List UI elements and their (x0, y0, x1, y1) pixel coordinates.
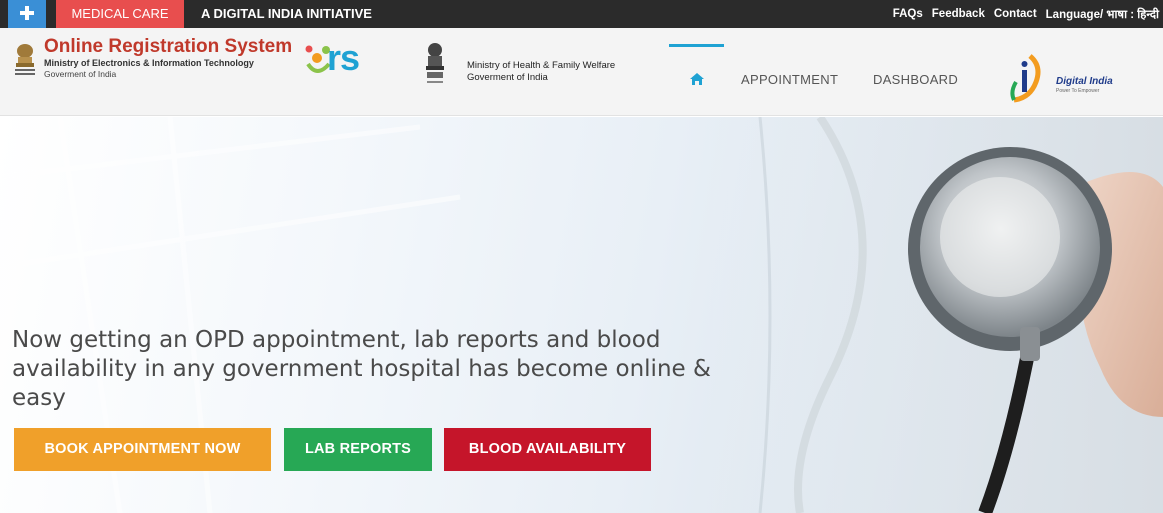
top-links: FAQs Feedback Contact Language/ भाषा : ह… (893, 0, 1159, 28)
digital-india-text: Digital India (1056, 76, 1113, 87)
site-header: Online Registration System Ministry of E… (0, 28, 1163, 116)
ministry-government: Goverment of India (467, 72, 548, 83)
ministry-name: Ministry of Health & Family Welfare (467, 60, 616, 71)
ors-logo-text: rs (327, 37, 360, 78)
national-emblem-icon (15, 44, 35, 75)
feedback-link[interactable]: Feedback (932, 8, 985, 20)
ors-subtitle-government: Goverment of India (44, 69, 117, 79)
ashoka-emblem-icon (426, 43, 444, 83)
digital-india-tagline: Power To Empower (1056, 88, 1100, 94)
blood-availability-button[interactable]: BLOOD AVAILABILITY (444, 428, 651, 471)
book-appointment-button[interactable]: BOOK APPOINTMENT NOW (14, 428, 271, 471)
ors-subtitle-ministry: Ministry of Electronics & Information Te… (44, 58, 254, 68)
plus-icon (19, 5, 35, 26)
digital-india-initiative-label: A DIGITAL INDIA INITIATIVE (201, 6, 372, 21)
digital-india-logo[interactable] (1008, 52, 1044, 104)
top-bar: MEDICAL CARE A DIGITAL INDIA INITIATIVE … (0, 0, 1163, 28)
lab-reports-button[interactable]: LAB REPORTS (284, 428, 432, 471)
medical-plus-badge (8, 0, 46, 28)
hero-banner: Now getting an OPD appointment, lab repo… (0, 117, 1163, 513)
nav-appointment[interactable]: APPOINTMENT (741, 72, 838, 87)
language-link[interactable]: Language/ भाषा : हिन्दी (1046, 7, 1159, 22)
nav-dashboard[interactable]: DASHBOARD (873, 72, 958, 87)
ors-title: Online Registration System (44, 36, 293, 57)
medical-care-label: MEDICAL CARE (56, 0, 184, 28)
home-icon (689, 72, 705, 91)
faqs-link[interactable]: FAQs (893, 8, 923, 20)
nav-home[interactable] (669, 44, 724, 116)
hero-headline: Now getting an OPD appointment, lab repo… (12, 327, 711, 411)
contact-link[interactable]: Contact (994, 8, 1037, 20)
